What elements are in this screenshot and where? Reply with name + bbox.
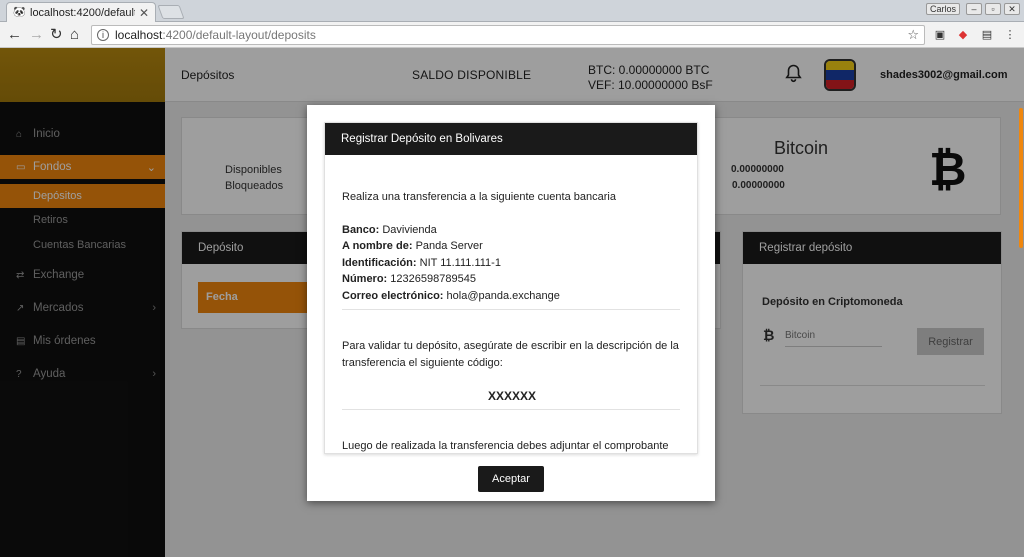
validate-text-line2: transferencia el siguiente código: [342,357,503,369]
footer-note: Luego de realizada la transferencia debe… [342,440,669,452]
profile-badge[interactable]: Carlos [926,3,961,15]
bookmark-star-icon[interactable]: ☆ [907,27,919,43]
browser-toolbar: ← → ↻ ⌂ i localhost :4200/default-layout… [0,22,1024,48]
panda-favicon-icon: 🐼 [13,6,26,18]
new-tab-button[interactable] [157,5,185,19]
url-path: :4200/default-layout/deposits [162,28,316,42]
home-browser-icon[interactable]: ⌂ [70,26,79,44]
minimize-icon[interactable]: – [966,3,982,15]
name-value: Panda Server [415,240,483,252]
deposit-code: XXXXXX [487,389,537,403]
browser-tab[interactable]: 🐼 localhost:4200/default-l ✕ [6,2,156,22]
modal-panel: Registrar Depósito en Bolivares Realiza … [324,122,698,454]
bank-value: Davivienda [382,224,437,236]
number-row: Número: 12326598789545 [342,273,476,285]
tab-title: localhost:4200/default-l [30,6,135,19]
maximize-icon[interactable]: ▫ [985,3,1001,15]
back-icon[interactable]: ← [7,26,22,44]
name-label: A nombre de: [342,240,413,252]
name-row: A nombre de: Panda Server [342,240,483,252]
validate-text-line1: Para validar tu depósito, asegúrate de e… [342,340,679,352]
id-row: Identificación: NIT 11.111.111-1 [342,257,501,269]
number-label: Número: [342,273,388,285]
email-label: Correo electrónico: [342,290,444,302]
accept-button[interactable]: Aceptar [478,466,544,492]
modal-divider [342,309,680,310]
address-bar[interactable]: i localhost :4200/default-layout/deposit… [91,25,925,45]
bank-label: Banco: [342,224,380,236]
id-label: Identificación: [342,257,417,269]
close-window-icon[interactable]: ✕ [1004,3,1020,15]
browser-tab-bar: 🐼 localhost:4200/default-l ✕ Carlos – ▫ … [0,0,1024,22]
colorful-extension-icon[interactable]: ◆ [956,28,970,42]
modal-divider [342,409,680,410]
modal-title: Registrar Depósito en Bolivares [325,123,697,155]
deposit-modal: Registrar Depósito en Bolivares Realiza … [307,105,715,501]
number-value: 12326598789545 [390,273,476,285]
email-value: hola@panda.exchange [446,290,560,302]
url-host: localhost [115,28,163,42]
bank-row: Banco: Davivienda [342,224,437,236]
close-tab-icon[interactable]: ✕ [139,6,149,20]
modal-intro: Realiza una transferencia a la siguiente… [342,191,616,203]
scrollbar-thumb[interactable] [1019,108,1023,248]
email-row: Correo electrónico: hola@panda.exchange [342,290,560,302]
info-icon[interactable]: i [97,29,109,41]
film-extension-icon[interactable]: ▤ [980,28,994,42]
reload-icon[interactable]: ↻ [50,26,63,44]
menu-icon[interactable]: ⋮ [1003,28,1017,42]
extension-icon[interactable]: ▣ [933,28,947,42]
forward-icon[interactable]: → [29,26,44,44]
id-value: NIT 11.111.111-1 [419,257,501,269]
